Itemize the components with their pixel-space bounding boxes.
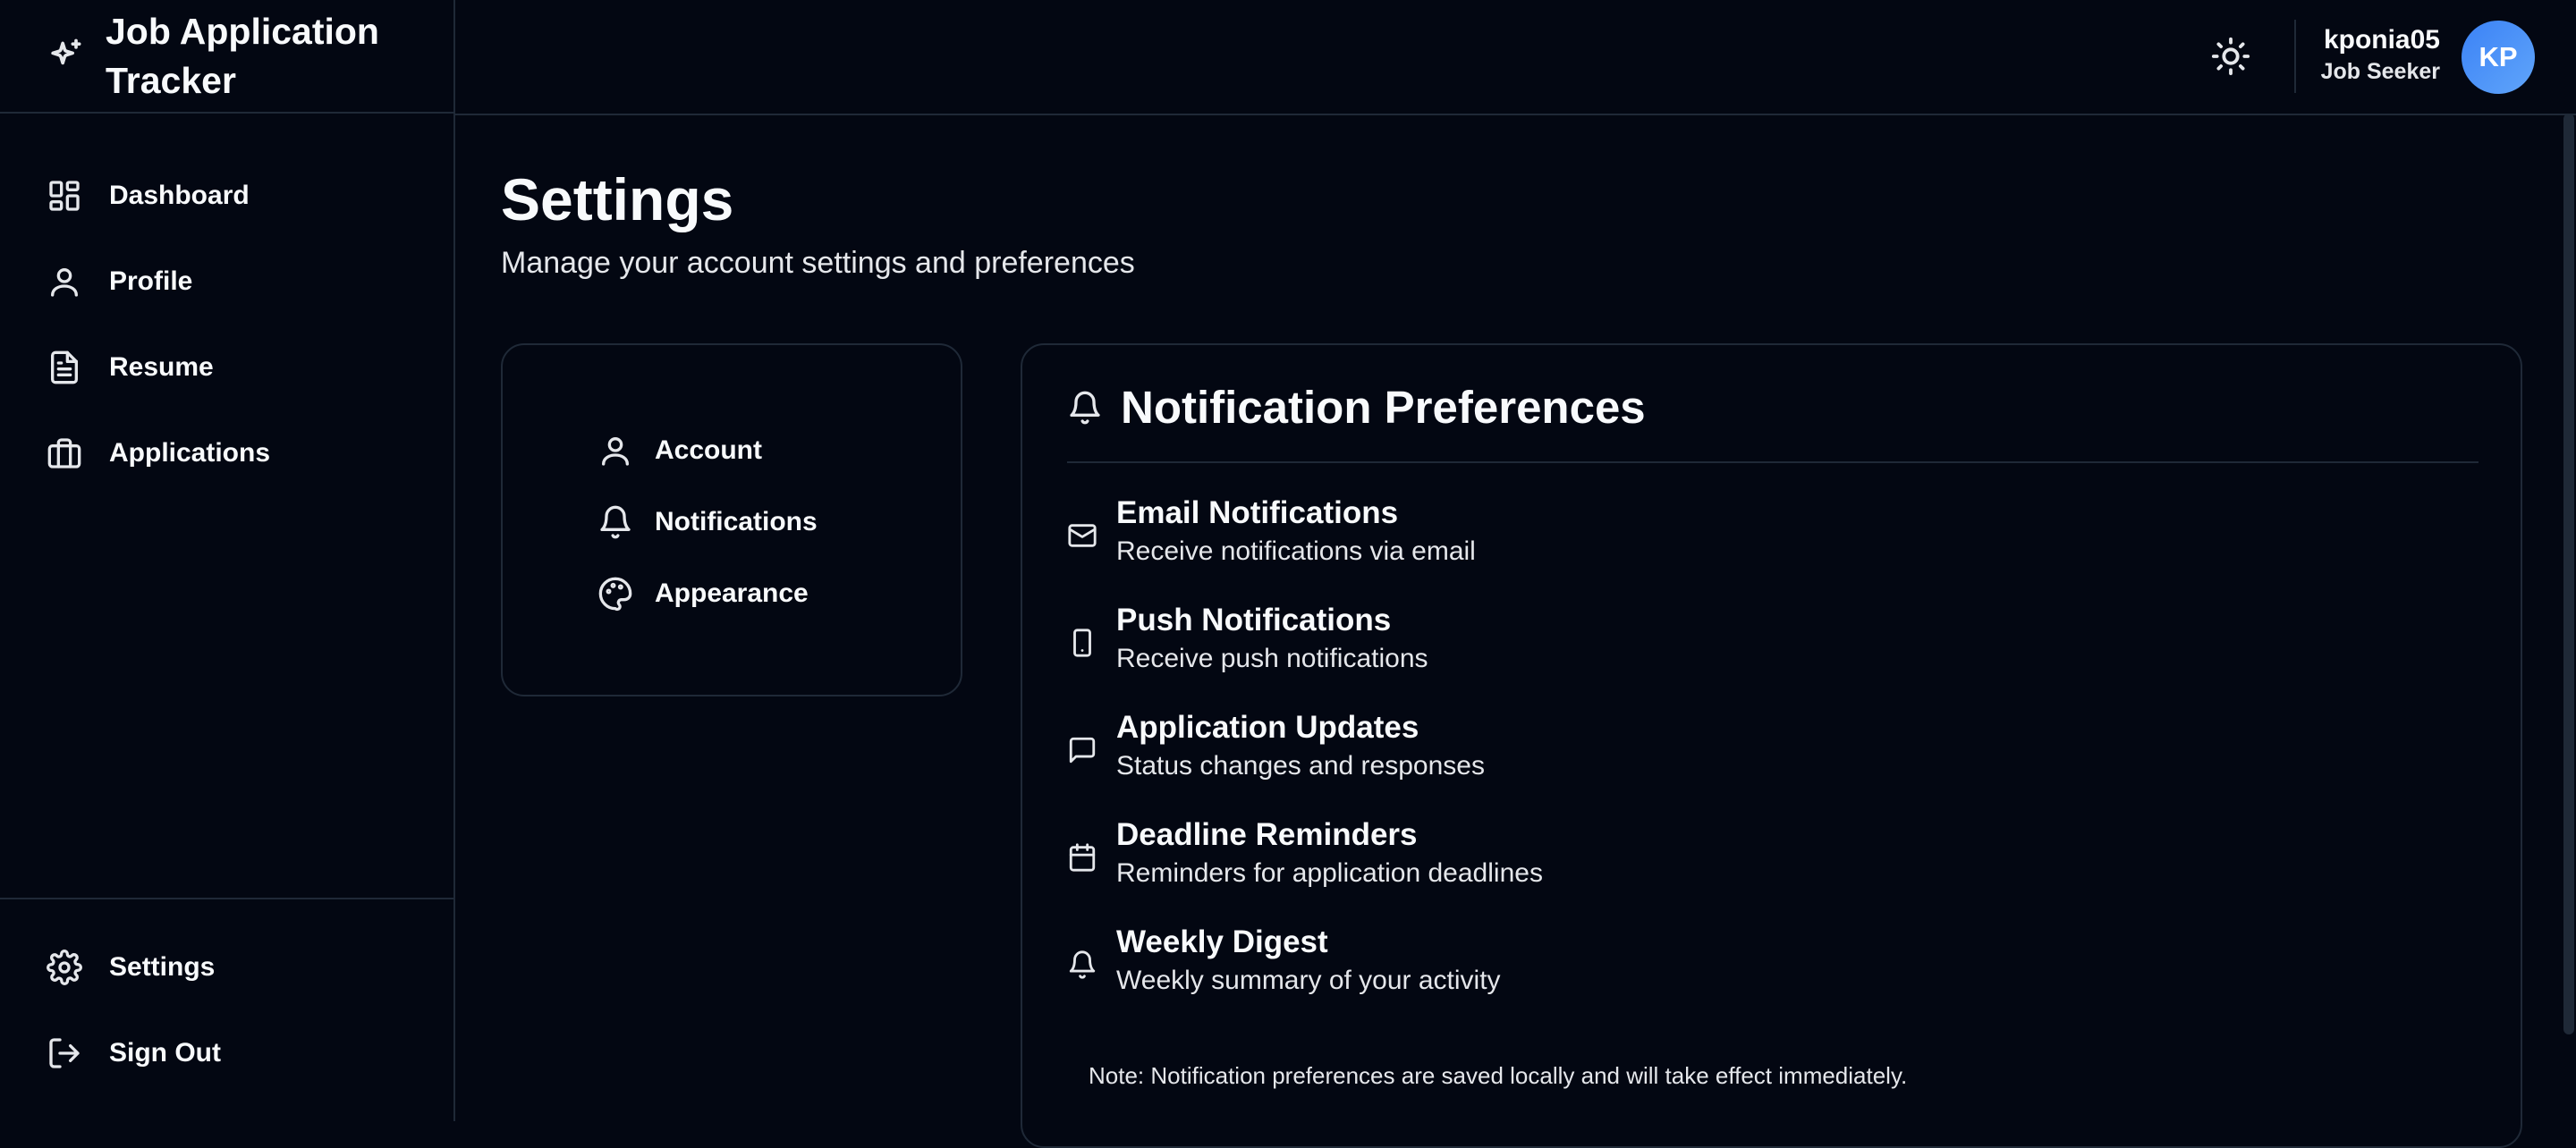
page-subtitle: Manage your account settings and prefere… — [501, 246, 1135, 280]
sidebar-item-label: Profile — [109, 266, 193, 296]
tab-account[interactable]: Account — [597, 424, 893, 477]
page-title: Settings — [501, 166, 734, 232]
sidebar-item-label: Sign Out — [109, 1038, 221, 1068]
briefcase-icon — [47, 435, 82, 471]
sidebar-divider — [0, 898, 455, 899]
brand: Job Application Tracker — [0, 0, 455, 114]
pref-title: Weekly Digest — [1116, 924, 1328, 959]
user-icon — [47, 264, 82, 300]
sidebar-item-label: Settings — [109, 952, 216, 982]
sidebar-item-label: Applications — [109, 438, 271, 468]
sidebar-item-settings[interactable]: Settings — [47, 941, 422, 994]
mail-icon — [1067, 520, 1097, 551]
panel-title: Notification Preferences — [1121, 382, 1646, 433]
bell-icon — [597, 504, 633, 540]
log-out-icon — [47, 1035, 82, 1071]
scrollbar[interactable] — [2563, 114, 2574, 1034]
smartphone-icon — [1067, 628, 1097, 658]
header-divider-line — [455, 114, 2576, 115]
sidebar-item-label: Dashboard — [109, 181, 250, 210]
avatar[interactable]: KP — [2462, 21, 2535, 94]
pref-description: Status changes and responses — [1116, 751, 1485, 781]
pref-description: Weekly summary of your activity — [1116, 966, 1501, 995]
divider — [1067, 461, 2479, 463]
pref-title: Deadline Reminders — [1116, 817, 1418, 852]
settings-menu: Account Notifications Appearance — [501, 343, 962, 696]
layout-dashboard-icon — [47, 178, 82, 214]
sidebar-item-dashboard[interactable]: Dashboard — [47, 169, 422, 223]
pref-deadline-reminders[interactable]: Deadline Reminders Reminders for applica… — [1067, 817, 2480, 907]
calendar-icon — [1067, 842, 1097, 873]
pref-description: Receive notifications via email — [1116, 536, 1476, 566]
bell-icon — [1067, 390, 1103, 426]
sun-icon[interactable] — [2210, 36, 2251, 77]
sign-out-button[interactable]: Sign Out — [47, 1026, 422, 1080]
app-title: Job Application Tracker — [106, 11, 379, 101]
pref-description: Reminders for application deadlines — [1116, 858, 1543, 888]
palette-icon — [597, 576, 633, 612]
preferences-note: Note: Notification preferences are saved… — [1089, 1062, 1908, 1089]
gear-icon — [47, 950, 82, 985]
notification-preferences-panel: Notification Preferences Email Notificat… — [1021, 343, 2522, 1148]
tab-appearance[interactable]: Appearance — [597, 567, 893, 620]
sidebar: Job Application Tracker Dashboard Profil… — [0, 0, 455, 1121]
user-icon — [597, 433, 633, 468]
sparkles-icon — [47, 36, 86, 75]
pref-description: Receive push notifications — [1116, 644, 1428, 673]
sidebar-item-applications[interactable]: Applications — [47, 426, 422, 480]
tab-label: Account — [655, 435, 762, 465]
bell-icon — [1067, 950, 1097, 980]
user-name: kponia05 — [2323, 25, 2440, 55]
sidebar-item-profile[interactable]: Profile — [47, 255, 422, 308]
tab-label: Notifications — [655, 507, 818, 536]
user-role: Job Seeker — [2320, 59, 2440, 84]
message-square-icon — [1067, 735, 1097, 765]
pref-push-notifications[interactable]: Push Notifications Receive push notifica… — [1067, 603, 2480, 692]
pref-title: Application Updates — [1116, 710, 1419, 745]
pref-weekly-digest[interactable]: Weekly Digest Weekly summary of your act… — [1067, 924, 2480, 1014]
pref-email-notifications[interactable]: Email Notifications Receive notification… — [1067, 495, 2480, 585]
panel-header: Notification Preferences — [1067, 381, 1646, 434]
pref-title: Email Notifications — [1116, 495, 1399, 530]
tab-label: Appearance — [655, 578, 809, 608]
tab-notifications[interactable]: Notifications — [597, 495, 893, 549]
pref-application-updates[interactable]: Application Updates Status changes and r… — [1067, 710, 2480, 799]
file-text-icon — [47, 350, 82, 385]
sidebar-item-label: Resume — [109, 352, 214, 382]
sidebar-item-resume[interactable]: Resume — [47, 341, 422, 394]
pref-title: Push Notifications — [1116, 603, 1392, 637]
header-divider — [2294, 20, 2296, 93]
